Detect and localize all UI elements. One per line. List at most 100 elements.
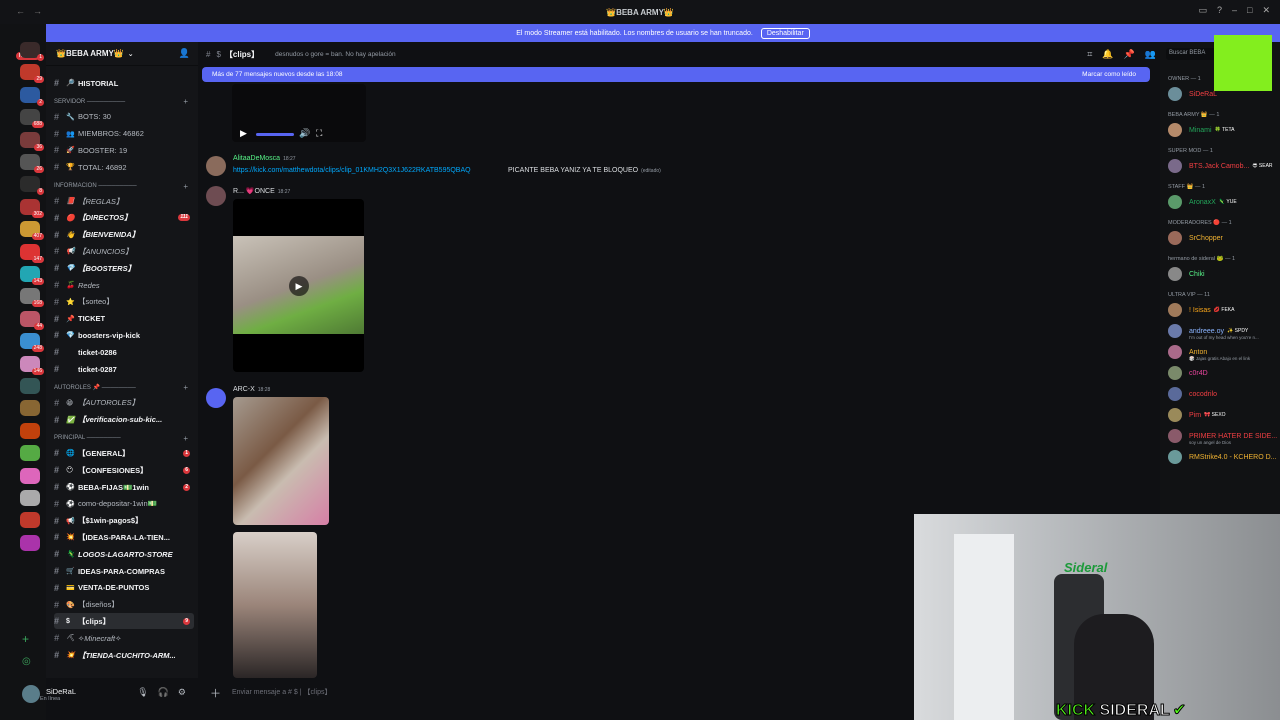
mark-as-read-button[interactable]: Marcar como leído [1082,71,1136,78]
server-icon[interactable]: 1 [20,42,44,61]
message-author[interactable]: AlitaaDeMosca 18:27 [233,155,296,162]
channel-category[interactable]: SERVIDOR ───────── + [54,96,194,108]
member-item[interactable]: AronaxX 🦎 YUE [1168,194,1280,210]
server-icon[interactable] [20,490,40,506]
channel-item[interactable]: # 🎨 【diseños】 [54,597,194,613]
channel-item[interactable]: # 🛒 IDEAS-PARA-COMPRAS [54,563,194,579]
member-item[interactable]: c0r4D [1168,365,1280,381]
member-item[interactable]: cocodrilo [1168,386,1280,402]
image-attachment[interactable] [233,397,329,525]
server-icon[interactable] [20,422,40,439]
channel-item[interactable]: # ticket-0286 [54,344,194,360]
threads-icon[interactable]: ⌗ [1087,49,1092,60]
channel-item[interactable]: # 💥 【IDEAS-PARA-LA-TIEN... [54,529,194,545]
pin-icon[interactable]: 📌 [1124,49,1135,60]
channel-category[interactable]: INFORMACION ───────── + [54,180,194,192]
channel-item[interactable]: # ⭐ 【sorteo】 [54,294,194,310]
server-icon[interactable]: 143 [20,266,44,285]
member-item[interactable]: Minami 🍀 TETA [1168,122,1280,138]
channel-item[interactable]: # ⛏ ✧Minecraft✧ [54,630,194,646]
member-item[interactable]: andreee.oy ✨ SPDY I'm out of my head when … [1168,323,1280,340]
add-channel-icon[interactable]: + [183,434,188,443]
member-item[interactable]: Pim 🎀 SEXO [1168,407,1280,423]
server-icon[interactable] [20,534,40,551]
channel-item[interactable]: # ✅ 【verificacion-sub-kic... [54,412,194,428]
headphones-icon[interactable]: 🎧 [158,687,169,698]
member-item[interactable]: ! Isisas 💋 FEKA [1168,302,1280,318]
channel-item[interactable]: # 📌 TICKET [54,311,194,327]
channel-item[interactable]: # 🔴 【DIRECTOS】 111 [54,210,194,226]
video-progress-bar[interactable] [256,133,294,136]
avatar[interactable] [206,156,226,176]
microphone-icon[interactable]: 🎙 [137,687,148,698]
channel-item[interactable]: # 🔧 BOTS: 30 [54,109,194,125]
channel-item[interactable]: # $ 【clips】 9 [54,613,194,630]
server-icon[interactable]: 147 [20,243,44,263]
channel-item[interactable]: # 🚀 BOOSTER: 19 [54,142,194,158]
bell-icon[interactable]: 🔔 [1102,49,1113,60]
server-icon[interactable]: 26 [20,154,44,173]
channel-item[interactable]: # 📢 【$1win-pagos$】 [54,513,194,529]
clip-link[interactable]: https://kick.com/matthewdota/clips/clip_… [233,167,471,174]
member-item[interactable]: Chiki [1168,266,1280,282]
video-embed-top[interactable]: ▶ 🔊 ⛶ [232,84,366,142]
channel-item[interactable]: # ⚽ como-depositar-1win💵 [54,496,194,512]
channel-item[interactable]: # 💎 boosters-vip-kick [54,327,194,343]
server-icon[interactable]: 2 [20,86,44,106]
add-channel-icon[interactable]: + [183,383,188,392]
play-icon[interactable]: ▶ [289,276,309,296]
member-item[interactable]: PRIMER HATER DE SIDE... soy un angel de D… [1168,428,1280,445]
maximize-icon[interactable]: □ [1247,5,1252,16]
server-icon[interactable]: 248 [20,333,44,353]
channel-item[interactable]: # 🌐 【GENERAL】 1 [54,445,194,461]
server-icon[interactable] [20,467,40,484]
add-channel-icon[interactable]: + [183,97,188,106]
channel-item[interactable]: # 🦎 LOGOS-LAGARTO-STORE [54,546,194,562]
add-member-icon[interactable]: 👤 [179,48,190,59]
video-embed[interactable]: ▶ [233,199,364,372]
channel-topic[interactable]: desnudos o gore = ban. No hay apelación [275,51,396,58]
server-icon[interactable]: 146 [20,355,44,375]
channel-category[interactable]: AUTOROLES 📌 ──────── + [54,382,194,394]
avatar[interactable] [206,186,226,206]
server-icon[interactable] [20,512,40,529]
server-icon[interactable]: 44 [20,310,44,330]
channel-item[interactable]: # 👥 MIEMBROS: 46862 [54,126,194,142]
member-item[interactable]: Anton 🎲 Jajas gratis Abajo en el link [1168,344,1280,361]
channel-item[interactable]: # 📕 【REGLAS】 [54,193,194,209]
volume-icon[interactable]: 🔊 [299,128,310,139]
server-header[interactable]: 👑BEBA ARMY👑 ⌄ 👤 [46,42,198,66]
member-item[interactable]: RMStrike4.0 - KCHERO D... [1168,449,1280,465]
channel-item[interactable]: # 💳 VENTA-DE-PUNTOS [54,580,194,596]
member-item[interactable]: SrChopper [1168,230,1280,246]
server-icon[interactable]: 29 [20,64,44,84]
server-icon[interactable]: 168 [20,288,44,308]
channel-item[interactable]: # ticket-0287 [54,361,194,377]
server-icon[interactable]: 302 [20,198,44,218]
add-channel-icon[interactable]: + [183,182,188,191]
channel-item[interactable]: # 🔎 HISTORIAL [54,75,194,91]
channel-category[interactable]: PRINCIPAL ──────── + [54,432,194,444]
server-icon[interactable]: 8 [20,176,44,196]
channel-item[interactable]: # 😁 【AUTOROLES】 [54,395,194,411]
new-messages-bar[interactable]: Más de 77 mensajes nuevos desde las 18:0… [202,67,1150,82]
add-server-icon[interactable]: + [22,632,29,646]
inbox-icon[interactable]: ▭ [1198,5,1207,16]
message-author[interactable]: ARC-X 18:28 [233,386,270,393]
help-icon[interactable]: ? [1217,5,1222,16]
members-icon[interactable]: 👥 [1145,49,1156,60]
server-icon[interactable]: 407 [20,221,44,241]
channel-item[interactable]: # 👋 【BIENVENIDA】 [54,227,194,243]
channel-item[interactable]: # 💥 【TIENDA-CUCHITO-ARM... [54,647,194,663]
channel-item[interactable]: # 😶 【CONFESIONES】 6 [54,462,194,478]
server-icon[interactable] [20,445,40,462]
channel-item[interactable]: # ⚽ BEBA-FIJAS💵1win 2 [54,479,194,495]
fullscreen-icon[interactable]: ⛶ [316,128,322,139]
message-author[interactable]: R... 💗ONCE 18:27 [233,187,290,195]
discord-avatar-icon[interactable] [206,388,226,408]
disable-streamer-button[interactable]: Deshabilitar [760,27,810,39]
close-icon[interactable]: ✕ [1262,5,1270,16]
play-icon[interactable]: ▶ [240,128,247,139]
server-icon[interactable]: 688 [20,109,44,129]
avatar[interactable] [22,685,40,703]
